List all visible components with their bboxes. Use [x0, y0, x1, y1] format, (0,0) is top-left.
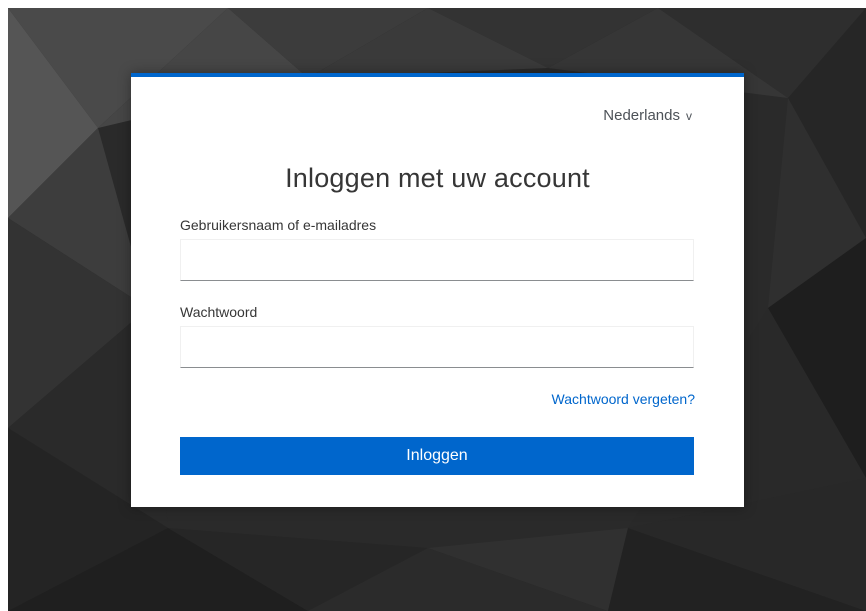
language-selector[interactable]: Nederlands v: [603, 107, 692, 124]
page-title: Inloggen met uw account: [285, 163, 590, 194]
language-selector-label: Nederlands: [603, 107, 680, 124]
forgot-password-link[interactable]: Wachtwoord vergeten?: [552, 391, 695, 407]
password-label: Wachtwoord: [180, 304, 258, 320]
username-input[interactable]: [180, 239, 694, 281]
login-card: Nederlands v Inloggen met uw account Geb…: [131, 73, 744, 507]
login-button[interactable]: Inloggen: [180, 437, 694, 475]
chevron-down-icon: v: [686, 108, 692, 123]
password-input[interactable]: [180, 326, 694, 368]
username-label: Gebruikersnaam of e-mailadres: [180, 217, 377, 233]
